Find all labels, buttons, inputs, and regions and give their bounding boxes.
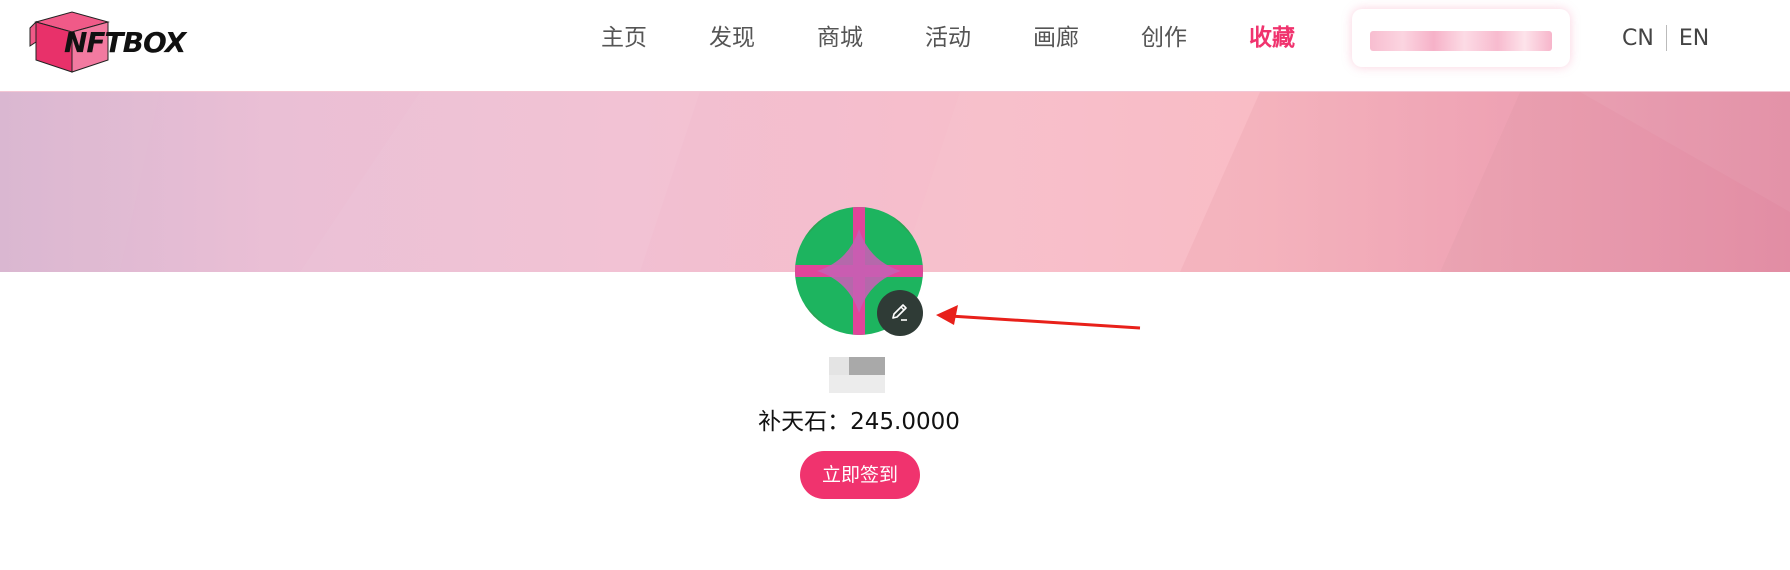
- nftbox-logo[interactable]: NFTBOX: [26, 4, 216, 76]
- username-blurred: [829, 357, 885, 393]
- avatar-container: [795, 207, 923, 336]
- top-navbar: NFTBOX 主页 发现 商城 活动 画廊 创作 收藏 CN EN: [0, 0, 1790, 92]
- checkin-button[interactable]: 立即签到: [800, 451, 920, 499]
- lang-en-button[interactable]: EN: [1667, 26, 1721, 51]
- main-nav: 主页 发现 商城 活动 画廊 创作 收藏: [570, 20, 1326, 56]
- language-switcher: CN EN: [1610, 20, 1721, 56]
- nav-item-collection[interactable]: 收藏: [1218, 20, 1326, 56]
- logo-text: NFTBOX: [64, 26, 186, 59]
- nav-item-gallery[interactable]: 画廊: [1002, 20, 1110, 56]
- search-input-blurred[interactable]: [1370, 31, 1552, 51]
- nav-item-discover[interactable]: 发现: [678, 20, 786, 56]
- stones-value: 245.0000: [850, 409, 960, 435]
- stones-balance: 补天石：245.0000: [0, 402, 1718, 436]
- edit-avatar-button[interactable]: [877, 290, 923, 336]
- search-box[interactable]: [1352, 9, 1570, 67]
- nav-item-mall[interactable]: 商城: [786, 20, 894, 56]
- nav-item-home[interactable]: 主页: [570, 20, 678, 56]
- annotation-arrow: [936, 305, 1141, 330]
- stones-label: 补天石：: [758, 409, 851, 435]
- nav-item-create[interactable]: 创作: [1110, 20, 1218, 56]
- lang-cn-button[interactable]: CN: [1610, 26, 1666, 51]
- nav-item-events[interactable]: 活动: [894, 20, 1002, 56]
- pencil-icon: [892, 304, 907, 321]
